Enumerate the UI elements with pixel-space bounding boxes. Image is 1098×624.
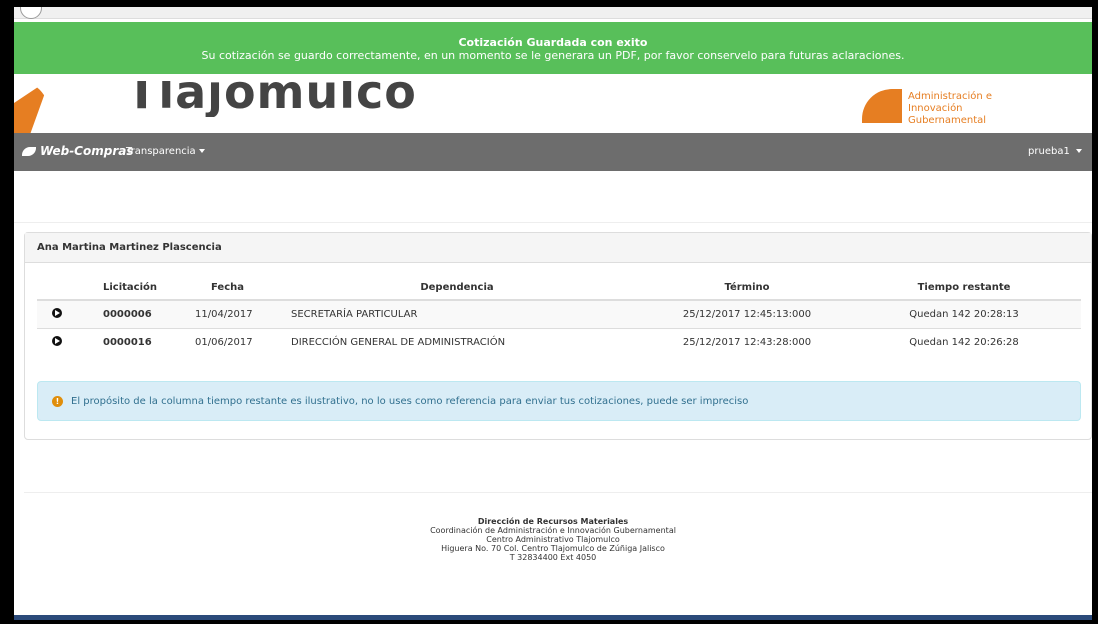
notification-title: Cotización Guardada con exito <box>458 36 648 49</box>
site-logo-text: Tlajomulco <box>126 81 417 117</box>
navbar: Web-Compras Transparencia prueba1 <box>14 133 1092 171</box>
footer-line1: Coordinación de Administración e Innovac… <box>430 526 676 535</box>
col-dependencia: Dependencia <box>267 277 647 301</box>
table-row: 0000016 01/06/2017 DIRECCIÓN GENERAL DE … <box>37 328 1081 356</box>
site-footer: Dirección de Recursos Materiales Coordin… <box>14 517 1092 562</box>
col-termino: Término <box>647 277 847 301</box>
brand-link[interactable]: Web-Compras <box>22 144 133 158</box>
footer-line4: T 32834400 Ext 4050 <box>509 553 597 562</box>
cell-tiempo: Quedan 142 20:28:13 <box>847 299 1081 329</box>
licitaciones-panel: Ana Martina Martinez Plascencia Licitaci… <box>24 232 1092 440</box>
cell-fecha: 01/06/2017 <box>177 328 267 356</box>
caret-down-icon <box>198 149 205 153</box>
brand-label: Web-Compras <box>40 144 134 158</box>
transparencia-dropdown[interactable]: Transparencia <box>126 146 205 157</box>
table-header-row: Licitación Fecha Dependencia Término Tie… <box>37 277 1081 301</box>
table-row: 0000006 11/04/2017 SECRETARÍA PARTICULAR… <box>37 299 1081 329</box>
cell-dependencia: SECRETARÍA PARTICULAR <box>267 299 647 329</box>
cell-termino: 25/12/2017 12:45:13:000 <box>647 299 847 329</box>
arrow-circle-right-icon[interactable] <box>52 336 62 346</box>
coordination-logo: Administración e Innovación Gubernamenta… <box>862 89 1032 126</box>
cell-licitacion[interactable]: 0000016 <box>77 328 177 356</box>
cell-dependencia: DIRECCIÓN GENERAL DE ADMINISTRACIÓN <box>267 328 647 356</box>
col-action <box>37 277 77 301</box>
footer-line2: Centro Administrativo Tlajomulco <box>486 535 620 544</box>
info-text: El propósito de la columna tiempo restan… <box>71 395 749 407</box>
os-taskbar <box>14 615 1092 620</box>
cell-fecha: 11/04/2017 <box>177 299 267 329</box>
info-alert: ! El propósito de la columna tiempo rest… <box>37 381 1081 421</box>
row-action-cell <box>37 299 77 329</box>
coordination-logo-icon <box>862 89 902 123</box>
divider <box>14 222 1092 223</box>
coordination-logo-text: Administración e Innovación Gubernamenta… <box>908 91 1032 127</box>
coord-text-line1: Administración e <box>908 91 993 102</box>
col-fecha: Fecha <box>177 277 267 301</box>
notification-body: Su cotización se guardo correctamente, e… <box>201 49 905 62</box>
user-label: prueba1 <box>1028 146 1070 157</box>
cell-termino: 25/12/2017 12:43:28:000 <box>647 328 847 356</box>
cell-tiempo: Quedan 142 20:26:28 <box>847 328 1081 356</box>
success-notification[interactable]: Cotización Guardada con exito Su cotizac… <box>14 22 1092 74</box>
col-tiempo: Tiempo restante <box>847 277 1081 301</box>
leaf-icon <box>22 146 36 156</box>
footer-line3: Higuera No. 70 Col. Centro Tlajomulco de… <box>441 544 665 553</box>
cell-licitacion[interactable]: 0000006 <box>77 299 177 329</box>
footer-title: Dirección de Recursos Materiales <box>477 517 629 526</box>
browser-viewport: Tlajomulco Administración e Innovación G… <box>14 7 1092 620</box>
info-icon: ! <box>52 395 63 407</box>
user-dropdown[interactable]: prueba1 <box>1028 146 1082 157</box>
logo-swoosh-icon <box>14 79 50 139</box>
coord-text-line2: Innovación Gubernamental <box>908 103 987 126</box>
caret-down-icon <box>1076 149 1082 153</box>
arrow-circle-right-icon[interactable] <box>52 308 62 318</box>
browser-strip <box>14 7 1092 19</box>
browser-circle-icon <box>20 7 42 19</box>
panel-heading: Ana Martina Martinez Plascencia <box>25 233 1091 263</box>
transparencia-label: Transparencia <box>126 146 196 157</box>
licitaciones-table: Licitación Fecha Dependencia Término Tie… <box>37 277 1081 356</box>
footer-divider <box>24 492 1092 493</box>
col-licitacion: Licitación <box>77 277 177 301</box>
row-action-cell <box>37 328 77 356</box>
